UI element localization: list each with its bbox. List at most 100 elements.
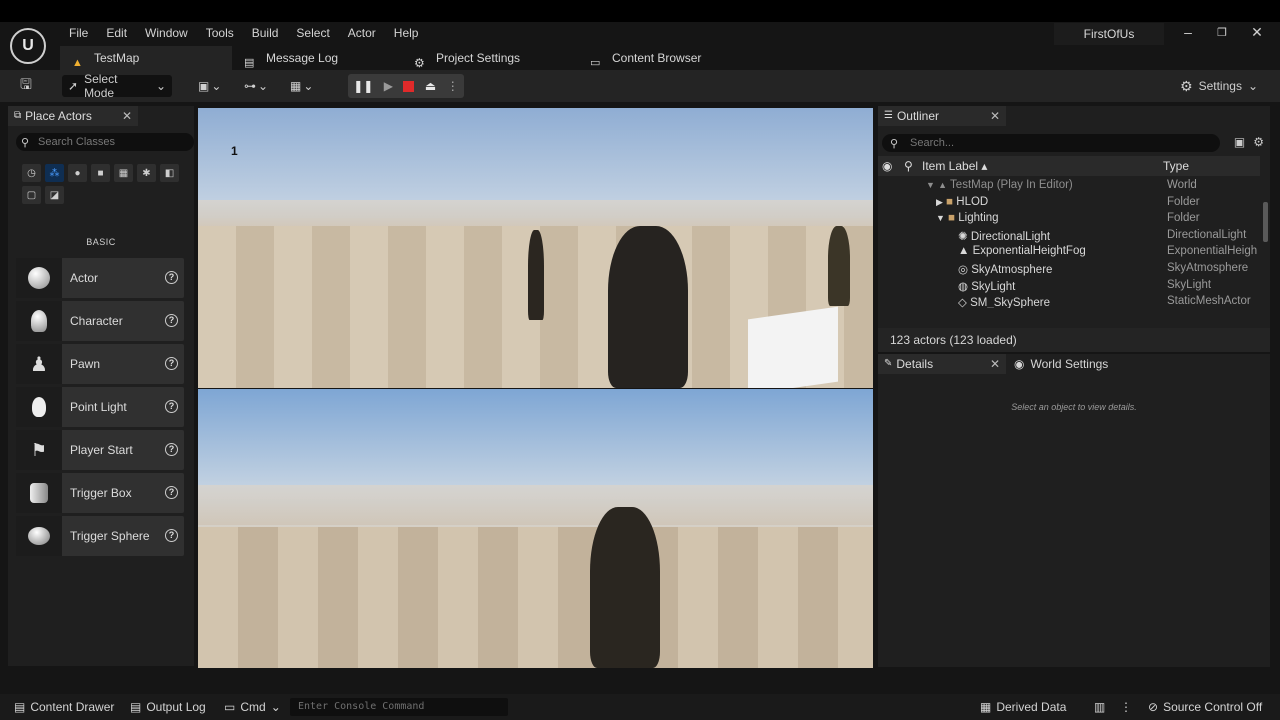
menu-help[interactable]: Help xyxy=(385,24,428,42)
tab-content-browser[interactable]: ▭ Content Browser xyxy=(578,46,713,70)
add-folder-icon[interactable]: ▣ xyxy=(1234,135,1245,149)
table-row[interactable]: ▼ ▲ TestMap (Play In Editor) World xyxy=(878,178,1260,195)
table-row[interactable]: ▶ ■ HLOD Folder xyxy=(878,195,1260,212)
source-control-button[interactable]: ⊘ Source Control Off xyxy=(1148,700,1262,714)
unreal-logo-icon[interactable]: U xyxy=(10,28,46,64)
table-row[interactable]: ✺ DirectionalLight DirectionalLight xyxy=(878,228,1260,245)
menu-edit[interactable]: Edit xyxy=(97,24,136,42)
table-row[interactable]: ◇ SM_SkySphere StaticMeshActor xyxy=(878,294,1260,308)
row-name: ◇ SM_SkySphere xyxy=(958,295,1050,308)
shapes-icon[interactable]: ■ xyxy=(91,164,110,182)
actor-count: 123 actors (123 loaded) xyxy=(878,328,1270,352)
recent-icon[interactable]: ◷ xyxy=(22,164,41,182)
outliner-tab[interactable]: ☰ Outliner ✕ xyxy=(878,106,1006,126)
pin-icon[interactable]: ⚲ xyxy=(904,159,913,173)
main-toolbar: 🖫 ➚ Select Mode ⌄ ▣ ⌄ ⊶ ⌄ ▦ ⌄ ❚❚ ▶ ⏏ ⋮ ⚙ Se… xyxy=(0,70,1280,102)
tab-label: Message Log xyxy=(266,51,339,65)
help-icon[interactable]: ? xyxy=(165,400,178,413)
output-log-button[interactable]: ▤ Output Log xyxy=(130,700,206,714)
search-classes-input[interactable]: ⚲ Search Classes xyxy=(16,133,194,151)
restore-icon[interactable]: ❐ xyxy=(1210,26,1234,39)
derived-data-button[interactable]: ▦ Derived Data xyxy=(980,700,1066,714)
cmd-dropdown[interactable]: ▭ Cmd ⌄ xyxy=(224,700,281,714)
chevron-down-icon: ⌄ xyxy=(155,79,166,93)
help-icon[interactable]: ? xyxy=(165,529,178,542)
all-classes-icon[interactable]: ▢ xyxy=(22,186,41,204)
close-icon[interactable]: ✕ xyxy=(990,354,1000,374)
viewport-player-2[interactable] xyxy=(198,389,873,668)
cinematics-button[interactable]: ▦ ⌄ xyxy=(290,75,313,97)
actor-item-point-light[interactable]: Point Light ? xyxy=(16,387,184,427)
actor-item-label: Trigger Sphere xyxy=(70,529,150,543)
close-icon[interactable]: ✕ xyxy=(1245,24,1269,41)
eject-icon[interactable]: ⏏ xyxy=(425,79,436,93)
actor-item-pawn[interactable]: ♟ Pawn ? xyxy=(16,344,184,384)
menu-window[interactable]: Window xyxy=(136,24,197,42)
collapsed-arrow-icon[interactable]: ▶ xyxy=(936,197,943,207)
close-icon[interactable]: ✕ xyxy=(990,106,1000,126)
cinematic-icon[interactable]: ▦ xyxy=(114,164,133,182)
table-row[interactable]: ▼ ■ Lighting Folder xyxy=(878,211,1260,228)
outliner-scrollbar[interactable] xyxy=(1263,202,1268,242)
expanded-arrow-icon[interactable]: ▼ xyxy=(936,213,945,223)
menu-file[interactable]: File xyxy=(60,24,97,42)
help-icon[interactable]: ? xyxy=(165,357,178,370)
expanded-arrow-icon[interactable]: ▼ xyxy=(926,180,935,190)
table-row[interactable]: ◍ SkyLight SkyLight xyxy=(878,278,1260,295)
settings-button[interactable]: ⚙ Settings ⌄ xyxy=(1180,75,1258,97)
pause-icon[interactable]: ❚❚ xyxy=(353,79,373,93)
volumes-icon[interactable]: ◧ xyxy=(160,164,179,182)
row-name: ◍ SkyLight xyxy=(958,279,1015,293)
actor-item-trigger-box[interactable]: Trigger Box ? xyxy=(16,473,184,513)
actor-item-player-start[interactable]: ⚑ Player Start ? xyxy=(16,430,184,470)
select-mode-dropdown[interactable]: ➚ Select Mode ⌄ xyxy=(62,72,172,100)
tab-project-settings[interactable]: ⚙ Project Settings xyxy=(402,46,578,70)
stats-icon[interactable]: ▥ xyxy=(1094,700,1105,714)
menu-actor[interactable]: Actor xyxy=(339,24,385,42)
menu-tools[interactable]: Tools xyxy=(197,24,243,42)
column-item-label[interactable]: Item Label ▴ xyxy=(922,159,987,173)
help-icon[interactable]: ? xyxy=(165,314,178,327)
add-actor-button[interactable]: ▣ ⌄ xyxy=(198,75,221,97)
geometry-icon[interactable]: ◪ xyxy=(45,186,64,204)
close-icon[interactable]: ✕ xyxy=(122,106,132,126)
minimize-icon[interactable]: – xyxy=(1176,24,1200,40)
menu-build[interactable]: Build xyxy=(243,24,288,42)
actor-item-trigger-sphere[interactable]: Trigger Sphere ? xyxy=(16,516,184,556)
place-actors-tab[interactable]: ⧉ Place Actors ✕ xyxy=(8,106,138,126)
content-drawer-button[interactable]: ▤ Content Drawer xyxy=(14,700,114,714)
help-icon[interactable]: ? xyxy=(165,486,178,499)
gear-icon[interactable]: ⚙ xyxy=(1253,135,1264,149)
menu-select[interactable]: Select xyxy=(287,24,338,42)
tab-message-log[interactable]: ▤ Message Log xyxy=(232,46,402,70)
actor-item-label: Player Start xyxy=(70,443,133,457)
step-icon[interactable]: ▶ xyxy=(384,79,393,93)
table-row[interactable]: ▲ ExponentialHeightFog ExponentialHeight… xyxy=(878,244,1260,261)
visual-effects-icon[interactable]: ✱ xyxy=(137,164,156,182)
actor-item-actor[interactable]: Actor ? xyxy=(16,258,184,298)
more-options-icon[interactable]: ⋮ xyxy=(1120,700,1132,714)
outliner-header: ◉ ⚲ Item Label ▴ Type xyxy=(878,156,1260,176)
outliner-search-input[interactable]: ⚲ Search... xyxy=(882,134,1220,152)
more-options-icon[interactable]: ⋮ xyxy=(447,79,459,93)
details-tab[interactable]: ✎ Details ✕ xyxy=(878,354,1006,374)
help-icon[interactable]: ? xyxy=(165,443,178,456)
visibility-icon[interactable]: ◉ xyxy=(882,159,892,173)
actor-item-character[interactable]: Character ? xyxy=(16,301,184,341)
world-settings-tab[interactable]: ◉ World Settings xyxy=(1014,354,1108,374)
viewport-player-1[interactable]: 1 xyxy=(198,108,873,388)
help-icon[interactable]: ? xyxy=(165,271,178,284)
basic-icon[interactable]: ⁂ xyxy=(45,164,64,182)
console-command-input[interactable]: Enter Console Command xyxy=(290,698,508,716)
stop-icon[interactable] xyxy=(403,80,415,92)
save-icon[interactable]: 🖫 xyxy=(20,75,32,97)
lights-icon[interactable]: ● xyxy=(68,164,87,182)
column-type[interactable]: Type xyxy=(1163,159,1189,173)
blueprint-button[interactable]: ⊶ ⌄ xyxy=(244,75,268,97)
table-row[interactable]: ◎ SkyAtmosphere SkyAtmosphere xyxy=(878,261,1260,278)
status-bar: ▤ Content Drawer ▤ Output Log ▭ Cmd ⌄ En… xyxy=(0,694,1280,720)
row-type: SkyLight xyxy=(1167,278,1212,291)
directional-light-icon: ✺ xyxy=(958,230,968,243)
tab-testmap[interactable]: ▲ TestMap xyxy=(60,46,232,70)
outliner-rows: ▼ ▲ TestMap (Play In Editor) World ▶ ■ H… xyxy=(878,178,1260,308)
